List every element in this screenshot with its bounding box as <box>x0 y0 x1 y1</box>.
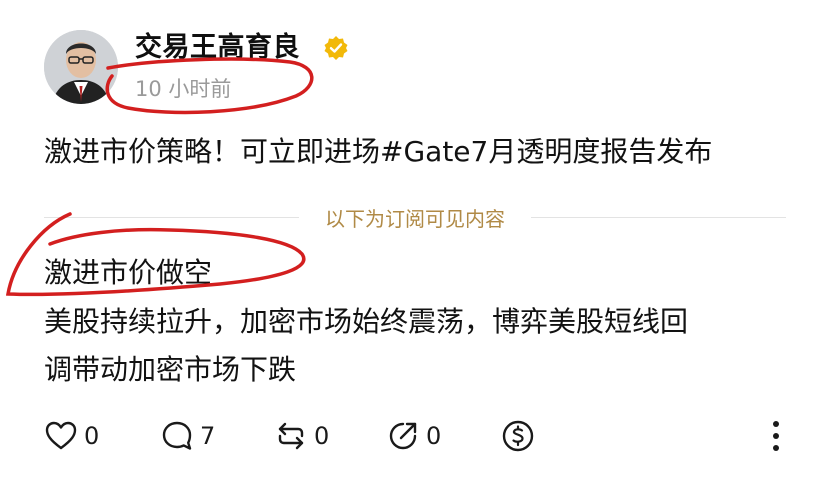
repost-count: 0 <box>314 422 330 450</box>
comment-count: 7 <box>200 422 216 450</box>
post-timestamp: 10 小时前 <box>135 77 232 101</box>
like-button[interactable]: 0 <box>44 414 99 458</box>
comment-icon <box>162 421 192 450</box>
post-body: 美股持续拉升，加密市场始终震荡，博弈美股短线回 调带动加密市场下跌 <box>44 298 804 394</box>
comment-button[interactable]: 7 <box>160 414 215 458</box>
subscriber-only-label: 以下为订阅可见内容 <box>325 206 505 231</box>
verified-badge-icon <box>324 36 348 60</box>
post-headline: 激进市价策略！可立即进场#Gate7月透明度报告发布 <box>44 135 713 168</box>
more-vertical-icon[interactable] <box>766 416 786 456</box>
like-count: 0 <box>84 422 100 450</box>
tip-button[interactable] <box>500 414 536 458</box>
avatar-photo <box>44 30 118 104</box>
repost-button[interactable]: 0 <box>274 414 329 458</box>
post-subhead: 激进市价做空 <box>44 256 213 289</box>
post-card: 交易王高育良 10 小时前 激进市价策略！可立即进场#Gate7月透明度报告发布… <box>0 0 828 490</box>
post-body-line: 美股持续拉升，加密市场始终震荡，博弈美股短线回 <box>44 305 689 338</box>
action-bar: 0 7 0 0 <box>44 414 786 458</box>
share-button[interactable]: 0 <box>386 414 441 458</box>
post-body-line: 调带动加密市场下跌 <box>44 353 297 386</box>
repost-icon <box>278 422 304 450</box>
divider-line-left <box>44 216 299 218</box>
subscriber-divider: 以下为订阅可见内容 <box>44 200 786 234</box>
share-count: 0 <box>426 422 442 450</box>
share-icon <box>389 422 417 450</box>
dollar-coin-icon <box>502 420 534 452</box>
divider-line-right <box>531 216 786 218</box>
author-name[interactable]: 交易王高育良 <box>135 30 300 66</box>
heart-icon <box>45 421 77 450</box>
avatar[interactable] <box>44 30 118 104</box>
